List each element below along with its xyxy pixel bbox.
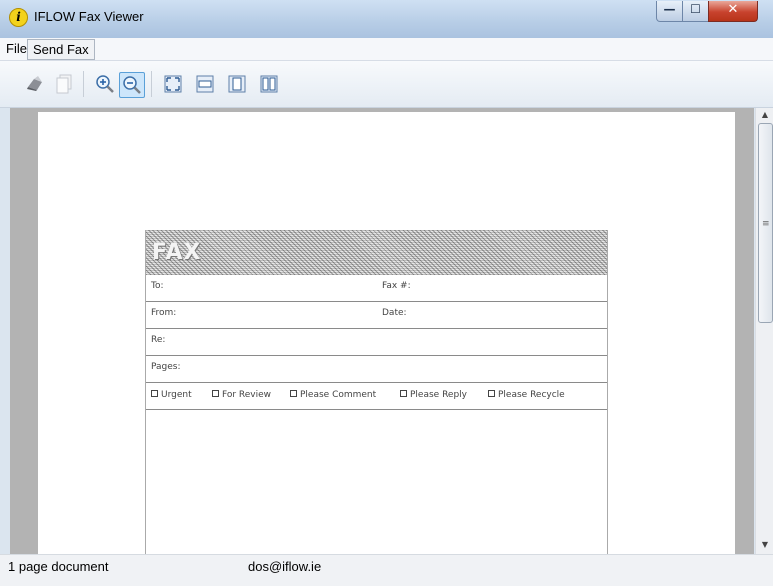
- fit-page-icon: [164, 75, 182, 93]
- fit-page-button[interactable]: [161, 72, 185, 96]
- maximize-icon: ☐: [690, 2, 701, 16]
- zoom-out-button[interactable]: [119, 72, 145, 98]
- fax-row-to: To: Fax #:: [146, 275, 607, 302]
- title-bar[interactable]: i IFLOW Fax Viewer — ☐ ✕: [0, 0, 773, 39]
- print-button[interactable]: [23, 72, 47, 96]
- page-count-status: 1 page document: [8, 559, 109, 574]
- date-label: Date:: [382, 308, 407, 318]
- single-page-button[interactable]: [225, 72, 249, 96]
- print-icon: [27, 76, 42, 91]
- scrollbar-thumb[interactable]: ≡: [758, 123, 773, 323]
- two-page-button[interactable]: [257, 72, 281, 96]
- fax-row-checkboxes: Urgent For Review Please Comment Please …: [146, 383, 607, 410]
- from-label: From:: [151, 308, 177, 318]
- fax-page: FAX To: Fax #: From: Date: Re: Pages: Ur…: [38, 112, 735, 554]
- single-page-icon: [228, 75, 246, 93]
- user-email-status: dos@iflow.ie: [248, 559, 322, 574]
- copy-icon: [56, 74, 72, 94]
- fax-banner-title: FAX: [152, 240, 202, 265]
- fax-row-pages: Pages:: [146, 356, 607, 383]
- minimize-button[interactable]: —: [656, 1, 683, 22]
- toolbar: ▿: [0, 61, 773, 166]
- close-button[interactable]: ✕: [708, 1, 758, 22]
- checkbox-urgent: Urgent: [151, 390, 192, 400]
- fax-banner: [146, 230, 607, 275]
- scroll-down-icon[interactable]: ▼: [756, 540, 773, 549]
- fax-row-from: From: Date:: [146, 302, 607, 329]
- menu-send-fax[interactable]: Send Fax: [27, 39, 95, 60]
- to-label: To:: [151, 281, 164, 291]
- grip-icon: ≡: [762, 219, 770, 229]
- window-title: IFLOW Fax Viewer: [34, 9, 144, 24]
- checkbox-for-review: For Review: [212, 390, 271, 400]
- status-bar: 1 page document dos@iflow.ie: [0, 554, 773, 586]
- pages-label: Pages:: [151, 362, 181, 372]
- close-icon: ✕: [727, 2, 739, 17]
- re-label: Re:: [151, 335, 166, 345]
- checkbox-please-reply: Please Reply: [400, 390, 467, 400]
- document-viewer[interactable]: FAX To: Fax #: From: Date: Re: Pages: Ur…: [10, 108, 754, 554]
- app-info-icon: i: [9, 8, 28, 27]
- toolbar-separator: [83, 71, 84, 97]
- vertical-scrollbar[interactable]: ▲ ≡ ▼: [755, 108, 773, 554]
- toolbar-separator: [151, 71, 152, 97]
- copy-button[interactable]: [52, 72, 76, 96]
- zoom-out-icon: [123, 76, 141, 94]
- checkbox-please-recycle: Please Recycle: [488, 390, 565, 400]
- fit-width-button[interactable]: [193, 72, 217, 96]
- checkbox-please-comment: Please Comment: [290, 390, 376, 400]
- scroll-up-icon[interactable]: ▲: [756, 110, 773, 119]
- fit-width-icon: [196, 75, 214, 93]
- fax-row-re: Re:: [146, 329, 607, 356]
- zoom-in-icon: [96, 75, 114, 93]
- menu-bar: File Send Fax: [0, 38, 773, 61]
- fax-number-label: Fax #:: [382, 281, 411, 291]
- two-page-icon: [260, 75, 278, 93]
- zoom-in-button[interactable]: [93, 72, 117, 96]
- app-window: i IFLOW Fax Viewer — ☐ ✕ File Send Fax F…: [0, 0, 773, 586]
- maximize-button[interactable]: ☐: [682, 1, 709, 22]
- minimize-icon: —: [663, 2, 676, 16]
- fax-cover-form: FAX To: Fax #: From: Date: Re: Pages: Ur…: [145, 230, 608, 554]
